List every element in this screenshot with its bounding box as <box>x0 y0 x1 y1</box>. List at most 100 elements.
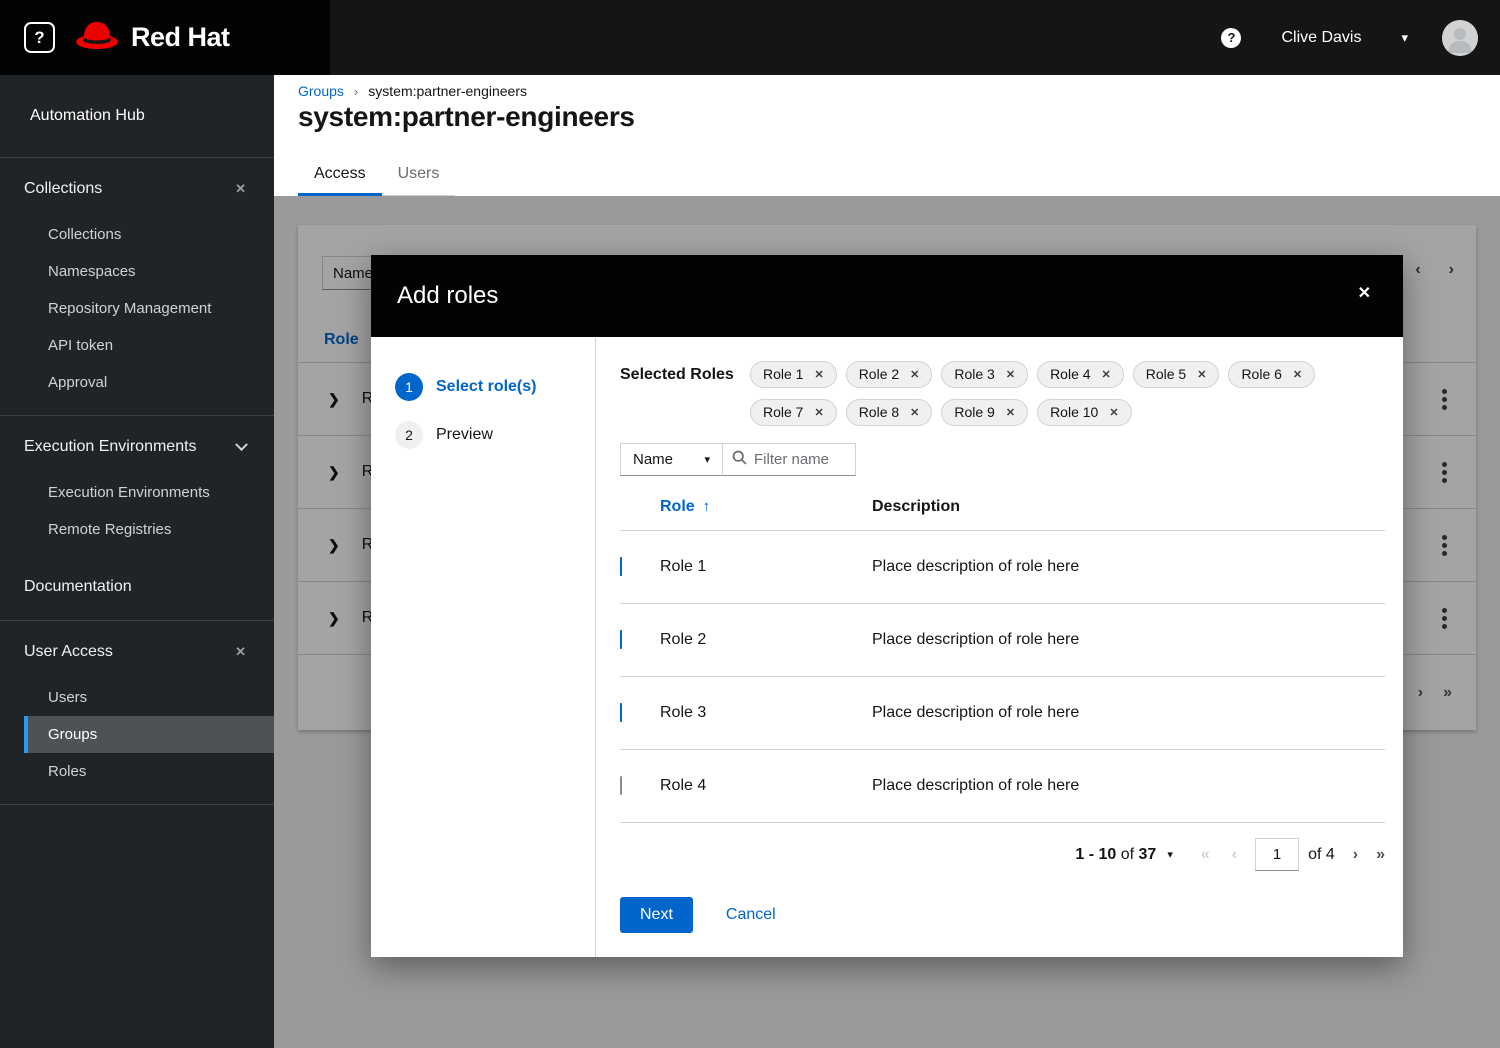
content-area: ‹ › Role ❯ Role ❯ Role ❯ Role ❯ Rol <box>274 196 1500 1048</box>
role-chip: Role 3 ✕ <box>941 361 1029 388</box>
caret-down-icon: ▾ <box>704 454 710 466</box>
page-header: Groups › system:partner-engineers system… <box>274 75 1500 196</box>
table-header: Role ↑ Description <box>620 498 1385 531</box>
chevron-down-icon <box>235 437 248 451</box>
nav-header-collections[interactable]: Collections ✕ <box>0 170 274 208</box>
sidebar-item-execution-environments[interactable]: Execution Environments <box>0 474 274 511</box>
role-name: Role 2 <box>660 631 707 648</box>
sidebar-item-users[interactable]: Users <box>0 679 274 716</box>
close-icon[interactable]: ✕ <box>910 406 919 419</box>
selected-roles-label: Selected Roles <box>620 366 734 383</box>
nav-section-user-access: User Access ✕ Users Groups Roles <box>0 620 274 805</box>
add-roles-modal: Add roles ✕ 1 Select role(s) 2 Preview S… <box>371 255 1403 957</box>
close-icon[interactable]: ✕ <box>1006 368 1015 381</box>
nav-section-execution-environments: Execution Environments Execution Environ… <box>0 415 274 620</box>
nav-header-user-access[interactable]: User Access ✕ <box>0 633 274 671</box>
filter-name-field <box>723 443 856 476</box>
sidebar-item-api-token[interactable]: API token <box>0 327 274 364</box>
next-page-icon[interactable]: › <box>1353 846 1358 864</box>
role-chip: Role 6 ✕ <box>1228 361 1316 388</box>
breadcrumb: Groups › system:partner-engineers <box>298 83 527 99</box>
table-row: Role 3 Place description of role here <box>620 677 1385 750</box>
sidebar-item-groups[interactable]: Groups <box>24 716 274 753</box>
role-chip: Role 2 ✕ <box>845 361 933 388</box>
row-checkbox[interactable] <box>620 776 622 795</box>
breadcrumb-groups-link[interactable]: Groups <box>298 83 344 99</box>
next-button[interactable]: Next <box>620 897 693 933</box>
role-chip: Role 1 ✕ <box>750 361 837 388</box>
role-description: Place description of role here <box>872 558 1080 575</box>
search-icon <box>732 450 747 470</box>
close-icon[interactable]: ✕ <box>235 181 246 197</box>
caret-down-icon[interactable]: ▾ <box>1167 848 1173 861</box>
step-number: 1 <box>395 373 423 401</box>
close-icon[interactable]: ✕ <box>1197 368 1206 381</box>
role-name: Role 4 <box>660 777 707 794</box>
sidebar-item-roles[interactable]: Roles <box>0 753 274 790</box>
wizard-content: Selected Roles Role 1 ✕ Role 2 ✕ Role 3 ✕ R… <box>596 337 1403 957</box>
sort-ascending-icon[interactable]: ↑ <box>703 498 711 515</box>
about-icon[interactable]: ? <box>24 22 55 53</box>
row-checkbox[interactable] <box>620 630 622 649</box>
close-icon[interactable]: ✕ <box>1293 368 1302 381</box>
filter-field-select[interactable]: Name ▾ <box>620 443 723 476</box>
sidebar-item-collections[interactable]: Collections <box>0 216 274 253</box>
page-number-input[interactable] <box>1255 838 1300 871</box>
close-icon[interactable]: ✕ <box>814 368 823 381</box>
row-checkbox[interactable] <box>620 703 622 722</box>
role-chip: Role 5 ✕ <box>1132 361 1220 388</box>
role-name: Role 1 <box>660 558 707 575</box>
modal-header: Add roles ✕ <box>371 255 1403 337</box>
last-page-icon[interactable]: » <box>1376 846 1385 864</box>
brand-area: ? Red Hat <box>0 0 330 75</box>
step-number: 2 <box>395 421 423 449</box>
tab-users[interactable]: Users <box>381 152 456 196</box>
sidebar-item-remote-registries[interactable]: Remote Registries <box>0 511 274 548</box>
close-icon[interactable]: ✕ <box>1109 406 1118 419</box>
sidebar-nav: Automation Hub Collections ✕ Collections… <box>0 75 274 1048</box>
nav-header-execution-environments[interactable]: Execution Environments <box>0 428 274 466</box>
column-header-description: Description <box>872 498 961 515</box>
filter-toolbar: Name ▾ <box>620 443 1385 476</box>
selected-roles: Selected Roles Role 1 ✕ Role 2 ✕ Role 3 ✕ R… <box>620 361 1385 426</box>
avatar[interactable] <box>1442 19 1478 56</box>
help-icon[interactable]: ? <box>1221 27 1242 48</box>
role-chip: Role 4 ✕ <box>1037 361 1124 388</box>
wizard-nav: 1 Select role(s) 2 Preview <box>371 337 596 957</box>
tab-access[interactable]: Access <box>298 152 382 196</box>
close-icon[interactable]: ✕ <box>1358 283 1371 303</box>
column-header-role[interactable]: Role <box>660 498 695 515</box>
pagination-range[interactable]: 1 - 10 of 37 <box>1075 846 1156 864</box>
tabs: Access Users <box>298 152 456 196</box>
sidebar-item-approval[interactable]: Approval <box>0 364 274 401</box>
app-title: Automation Hub <box>0 75 274 158</box>
sidebar-item-documentation[interactable]: Documentation <box>0 568 274 606</box>
close-icon[interactable]: ✕ <box>814 406 823 419</box>
prev-page-icon[interactable]: ‹ <box>1232 846 1237 864</box>
modal-title: Add roles <box>397 282 499 309</box>
wizard-step-select-roles[interactable]: 1 Select role(s) <box>371 363 595 411</box>
row-checkbox[interactable] <box>620 557 622 576</box>
close-icon[interactable]: ✕ <box>1102 368 1111 381</box>
breadcrumb-current: system:partner-engineers <box>368 83 528 99</box>
sidebar-item-namespaces[interactable]: Namespaces <box>0 253 274 290</box>
table-row: Role 2 Place description of role here <box>620 604 1385 677</box>
masthead-user-area: ? Clive Davis ▾ <box>1221 0 1478 75</box>
nav-section-collections: Collections ✕ Collections Namespaces Rep… <box>0 158 274 415</box>
redhat-logo: Red Hat <box>74 19 230 57</box>
close-icon[interactable]: ✕ <box>1006 406 1015 419</box>
modal-footer: Next Cancel <box>620 889 1385 933</box>
user-menu-caret-icon[interactable]: ▾ <box>1401 30 1408 46</box>
role-description: Place description of role here <box>872 777 1080 794</box>
sidebar-item-repository-management[interactable]: Repository Management <box>0 290 274 327</box>
filter-name-input[interactable] <box>754 451 849 468</box>
role-description: Place description of role here <box>872 704 1080 721</box>
cancel-button[interactable]: Cancel <box>726 906 776 924</box>
role-chip: Role 8 ✕ <box>845 399 933 426</box>
close-icon[interactable]: ✕ <box>910 368 919 381</box>
close-icon[interactable]: ✕ <box>235 644 246 660</box>
table-row: Role 4 Place description of role here <box>620 750 1385 823</box>
page-count: of 4 <box>1308 845 1335 863</box>
wizard-step-preview[interactable]: 2 Preview <box>371 411 595 459</box>
first-page-icon[interactable]: « <box>1201 846 1210 864</box>
